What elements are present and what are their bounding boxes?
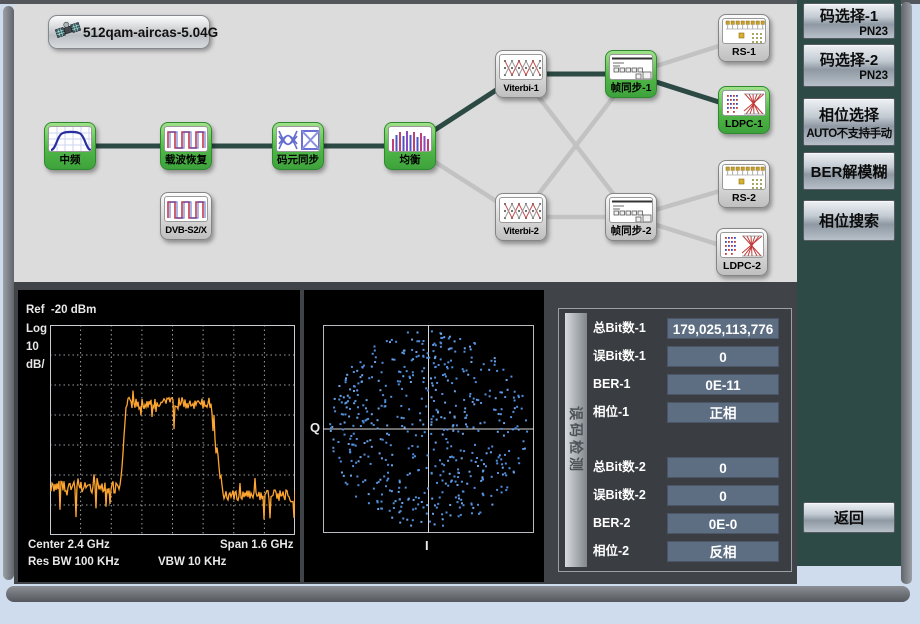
ber-1-value: 0E-11 bbox=[667, 374, 779, 395]
bars-icon bbox=[388, 126, 432, 152]
ber-stats-panel: 误码检测 总Bit数-1 179,025,113,776 误Bit数-1 0 B… bbox=[558, 308, 792, 572]
ber-1-label: BER-1 bbox=[593, 374, 667, 395]
span-label: Span 1.6 GHz bbox=[220, 539, 294, 551]
trellis-icon bbox=[499, 54, 543, 80]
satellite-icon bbox=[55, 17, 81, 48]
spectrum-grid bbox=[50, 325, 295, 535]
flow-node-ldpc-1[interactable]: LDPC-1 bbox=[718, 86, 770, 134]
squarewave-icon bbox=[164, 126, 208, 152]
frame-structure-icon bbox=[609, 54, 653, 80]
flow-node-rs-2[interactable]: RS-2 bbox=[718, 160, 770, 208]
total-bits-1-label: 总Bit数-1 bbox=[593, 318, 667, 339]
ldpc-graph-icon bbox=[720, 232, 764, 258]
total-bits-1-value: 179,025,113,776 bbox=[667, 318, 779, 339]
i-axis-label: I bbox=[425, 538, 429, 553]
center-freq-label: Center 2.4 GHz bbox=[28, 539, 110, 551]
signal-flow-diagram: 512qam-aircas-5.04G 中频 载波恢复 码元同步 均衡 DVB-… bbox=[14, 4, 797, 282]
signal-source-label: 512qam-aircas-5.04G bbox=[83, 25, 218, 40]
rbw-label: Res BW 100 KHz bbox=[28, 556, 119, 568]
trellis-icon bbox=[499, 197, 543, 223]
total-bits-2-label: 总Bit数-2 bbox=[593, 457, 667, 478]
q-axis-label: Q bbox=[310, 420, 320, 435]
flow-node-ldpc-2[interactable]: LDPC-2 bbox=[716, 228, 768, 276]
total-bits-2-value: 0 bbox=[667, 457, 779, 478]
flow-node-carrier-recovery[interactable]: 载波恢复 bbox=[160, 122, 212, 170]
measurement-section: Ref -20 dBm Log 10 dB/ Center 2.4 GHz Sp… bbox=[14, 282, 797, 584]
flow-node-symbol-sync[interactable]: 码元同步 bbox=[272, 122, 324, 170]
ber-2-label: BER-2 bbox=[593, 513, 667, 534]
flow-node-if[interactable]: 中频 bbox=[44, 122, 96, 170]
error-bits-2-label: 误Bit数-2 bbox=[593, 485, 667, 506]
ber-deambiguity-button[interactable]: BER解模糊 bbox=[803, 152, 895, 190]
frame-structure-icon bbox=[609, 197, 653, 223]
flow-node-framesync-1[interactable]: 帧同步-1 bbox=[605, 50, 657, 98]
flow-node-dvb-s2x[interactable]: DVB-S2/X bbox=[160, 192, 212, 240]
error-bits-2-value: 0 bbox=[667, 485, 779, 506]
squarewave-icon bbox=[164, 196, 208, 222]
ber-detect-side-label: 误码检测 bbox=[565, 313, 587, 567]
db-per-div-value: 10 bbox=[26, 341, 39, 353]
flow-node-rs-1[interactable]: RS-1 bbox=[718, 14, 770, 62]
rs-code-icon bbox=[722, 18, 766, 44]
db-per-div-unit: dB/ bbox=[26, 359, 45, 371]
ldpc-graph-icon bbox=[722, 90, 766, 116]
signal-source-button[interactable]: 512qam-aircas-5.04G bbox=[48, 15, 210, 49]
window-frame-left bbox=[3, 6, 14, 580]
flow-node-equalizer[interactable]: 均衡 bbox=[384, 122, 436, 170]
log-label: Log bbox=[26, 323, 47, 335]
window-frame-bottom bbox=[6, 586, 910, 602]
phase-2-label: 相位-2 bbox=[593, 541, 667, 562]
phase-search-button[interactable]: 相位搜索 bbox=[803, 200, 895, 241]
spectrum-panel: Ref -20 dBm Log 10 dB/ Center 2.4 GHz Sp… bbox=[18, 290, 300, 582]
flow-node-viterbi-1[interactable]: Viterbi-1 bbox=[495, 50, 547, 98]
back-button[interactable]: 返回 bbox=[803, 502, 895, 533]
spectrum-curve-icon bbox=[48, 126, 92, 152]
control-panel: 码选择-1 PN23 码选择-2 PN23 相位选择 AUTO不支持手动 BER… bbox=[797, 0, 901, 566]
error-bits-1-value: 0 bbox=[667, 346, 779, 367]
phase-1-value: 正相 bbox=[667, 402, 779, 423]
application-window: 512qam-aircas-5.04G 中频 载波恢复 码元同步 均衡 DVB-… bbox=[0, 0, 920, 624]
code-select-1-button[interactable]: 码选择-1 PN23 bbox=[803, 3, 895, 39]
phase-2-value: 反相 bbox=[667, 541, 779, 562]
phase-select-button[interactable]: 相位选择 AUTO不支持手动 bbox=[803, 98, 895, 146]
phase-1-label: 相位-1 bbox=[593, 402, 667, 423]
vbw-label: VBW 10 KHz bbox=[158, 556, 226, 568]
flow-node-framesync-2[interactable]: 帧同步-2 bbox=[605, 193, 657, 241]
eye-diagram-icon bbox=[276, 126, 320, 152]
code-select-2-button[interactable]: 码选择-2 PN23 bbox=[803, 44, 895, 87]
constellation-plot bbox=[323, 325, 534, 533]
ref-level-label: Ref -20 dBm bbox=[26, 304, 96, 316]
ber-2-value: 0E-0 bbox=[667, 513, 779, 534]
constellation-panel: Q I bbox=[304, 290, 544, 582]
window-frame-right bbox=[901, 2, 912, 584]
rs-code-icon bbox=[722, 164, 766, 190]
error-bits-1-label: 误Bit数-1 bbox=[593, 346, 667, 367]
flow-node-viterbi-2[interactable]: Viterbi-2 bbox=[495, 193, 547, 241]
